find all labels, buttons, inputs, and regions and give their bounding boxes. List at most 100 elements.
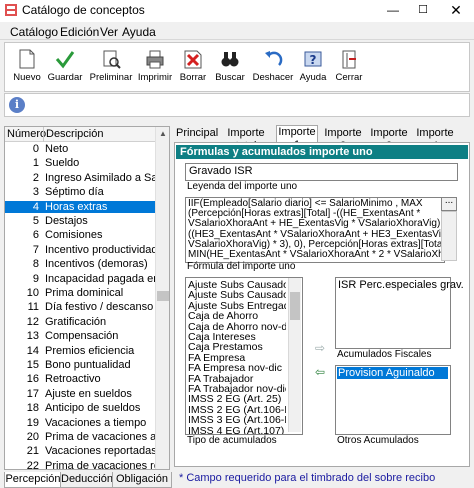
list-item[interactable]: 0 Neto xyxy=(5,143,155,155)
close-window-button[interactable]: ✕ xyxy=(438,0,474,22)
tab-obligacion[interactable]: Obligación xyxy=(112,472,172,488)
menu-edicion[interactable]: Edición xyxy=(60,25,99,39)
otros-acumulados-list[interactable]: Provision Aguinaldo xyxy=(335,365,451,435)
formula-scrollbar[interactable] xyxy=(441,211,457,261)
list-item-number: 14 xyxy=(26,344,39,357)
formula-caption: Fórmula del importe uno xyxy=(187,261,295,272)
list-header: Número Descripción xyxy=(5,127,169,142)
buscar-button[interactable]: Buscar xyxy=(211,49,249,91)
list-item-description: Prima dominical xyxy=(45,287,124,299)
tab-principal[interactable]: Principal xyxy=(176,127,218,141)
menu-ver[interactable]: Ver xyxy=(100,25,118,39)
tab-importe-1[interactable]: Importe 1 xyxy=(276,125,318,151)
list-item-number: 4 xyxy=(32,200,39,213)
acumulados-scrollbar[interactable] xyxy=(288,278,301,432)
menu-ayuda[interactable]: Ayuda xyxy=(122,25,156,39)
scroll-thumb[interactable] xyxy=(157,291,169,301)
list-item-number: 10 xyxy=(26,287,39,299)
delete-x-icon xyxy=(184,50,202,69)
list-item[interactable]: 13 Compensación xyxy=(5,330,155,342)
deshacer-button[interactable]: Deshacer xyxy=(251,49,295,91)
formula-textarea[interactable]: IIF(Empleado[Salario diario] <= SalarioM… xyxy=(185,197,445,263)
otros-caption: Otros Acumulados xyxy=(337,435,419,446)
window-title: Catálogo de conceptos xyxy=(22,3,145,17)
list-item[interactable]: 6 Comisiones xyxy=(5,229,155,241)
scroll-up-icon[interactable]: ▲ xyxy=(158,129,168,139)
list-item[interactable]: 14 Premios eficiencia xyxy=(5,345,155,357)
remove-arrow-icon[interactable]: ⇦ xyxy=(315,365,325,379)
guardar-button[interactable]: Guardar xyxy=(45,49,85,91)
list-item[interactable]: 8 Incentivos (demoras) xyxy=(5,258,155,270)
list-item[interactable]: 4 Horas extras xyxy=(5,200,155,213)
list-item-description: Ajuste en sueldos xyxy=(45,387,132,400)
preliminar-button[interactable]: Preliminar xyxy=(87,49,135,91)
list-item[interactable]: 1 Sueldo xyxy=(5,157,155,169)
list-item-number: 8 xyxy=(32,258,39,271)
printer-icon xyxy=(146,50,164,69)
list-item[interactable]: 18 Anticipo de sueldos xyxy=(5,402,155,414)
list-item-number: 7 xyxy=(32,243,39,256)
tab-importe-2[interactable]: Importe 2 xyxy=(322,127,364,152)
app-icon xyxy=(4,3,18,17)
list-item[interactable]: 7 Incentivo productividad xyxy=(5,244,155,256)
list-item[interactable]: 5 Destajos xyxy=(5,215,155,227)
legend-input[interactable]: Gravado ISR xyxy=(185,163,458,181)
nuevo-label: Nuevo xyxy=(13,72,41,83)
imprimir-button[interactable]: Imprimir xyxy=(135,49,175,91)
list-item[interactable]: 22 Prima de vacaciones repo xyxy=(5,460,155,472)
list-item[interactable]: 20 Prima de vacaciones a tie xyxy=(5,431,155,443)
menu-bar: Catálogo Edición Ver Ayuda xyxy=(0,22,474,40)
list-item-number: 15 xyxy=(26,359,39,371)
borrar-button[interactable]: Borrar xyxy=(175,49,211,91)
concepts-list[interactable]: Número Descripción 0 Neto 1 Sueldo 2 Ingreso … xyxy=(4,126,170,472)
column-header-descripcion[interactable]: Descripción xyxy=(46,128,103,140)
acumulados-fiscales-list[interactable]: ISR Perc.especiales grav. xyxy=(335,277,464,349)
tipo-caption-text: Tipo de acumulados xyxy=(187,435,277,446)
ayuda-button[interactable]: ? Ayuda xyxy=(295,49,331,91)
maximize-button[interactable]: ☐ xyxy=(408,0,438,22)
tipo-acumulados-list[interactable]: Ajuste Subs Causado Ajuste Subs Causado a… xyxy=(185,277,303,435)
tab-importe-3[interactable]: Importe 3 xyxy=(368,127,410,152)
acumulados-scroll-thumb[interactable] xyxy=(290,292,300,320)
list-item-description: Comisiones xyxy=(45,229,103,242)
title-bar: Catálogo de conceptos — ☐ ✕ xyxy=(0,0,474,22)
otros-item-selected[interactable]: Provision Aguinaldo xyxy=(337,367,448,379)
buscar-label: Buscar xyxy=(215,72,245,83)
add-arrow-icon[interactable]: ⇨ xyxy=(315,341,325,355)
list-item[interactable]: 9 Incapacidad pagada emp xyxy=(5,273,155,285)
list-item-description: Anticipo de sueldos xyxy=(45,402,141,415)
menu-catalogo[interactable]: Catálogo xyxy=(10,25,58,39)
list-item[interactable]: 2 Ingreso Asimilado a Salario xyxy=(5,172,155,184)
info-bar: i xyxy=(4,93,470,117)
list-item-description: Sueldo xyxy=(45,157,80,170)
formula-editor-button[interactable]: ... xyxy=(441,196,457,211)
ayuda-label: Ayuda xyxy=(299,72,327,83)
tab-percepcion[interactable]: Percepción xyxy=(4,472,62,488)
list-scrollbar[interactable]: ▲ xyxy=(155,127,169,469)
list-item[interactable]: 21 Vacaciones reportadas $ xyxy=(5,445,155,457)
list-item[interactable]: 3 Séptimo día xyxy=(5,186,155,198)
tab-deduccion[interactable]: Deducción xyxy=(60,472,114,488)
list-item-number: 2 xyxy=(32,171,39,184)
deshacer-label: Deshacer xyxy=(252,72,294,83)
list-item[interactable]: 17 Ajuste en sueldos xyxy=(5,388,155,400)
list-item[interactable]: 10 Prima dominical xyxy=(5,287,155,299)
list-item[interactable]: 16 Retroactivo xyxy=(5,373,155,385)
cerrar-button[interactable]: Cerrar xyxy=(331,49,367,91)
nuevo-button[interactable]: Nuevo xyxy=(9,49,45,91)
list-item[interactable]: 15 Bono puntualidad xyxy=(5,359,155,371)
list-item[interactable]: 12 Gratificación xyxy=(5,316,155,328)
header-divider xyxy=(43,127,44,142)
binoculars-icon xyxy=(221,52,239,67)
tab-importe-total[interactable]: Importe total xyxy=(220,127,272,152)
tipo-caption: Tipo de acumulados xyxy=(187,435,277,446)
toolbar: Nuevo Guardar Preliminar Imprimir Borrar… xyxy=(4,42,470,92)
acumulado-item[interactable]: IMSS 4 EG (Art.107) xyxy=(188,425,286,434)
tab-importe-4[interactable]: Importe 4 xyxy=(414,127,456,152)
list-item[interactable]: 11 Día festivo / descanso xyxy=(5,301,155,313)
minimize-button[interactable]: — xyxy=(378,0,408,22)
list-item[interactable]: 19 Vacaciones a tiempo xyxy=(5,417,155,429)
list-item-description: Retroactivo xyxy=(45,373,101,386)
column-header-numero[interactable]: Número xyxy=(7,128,46,140)
fiscal-item[interactable]: ISR Perc.especiales grav. xyxy=(338,279,464,291)
